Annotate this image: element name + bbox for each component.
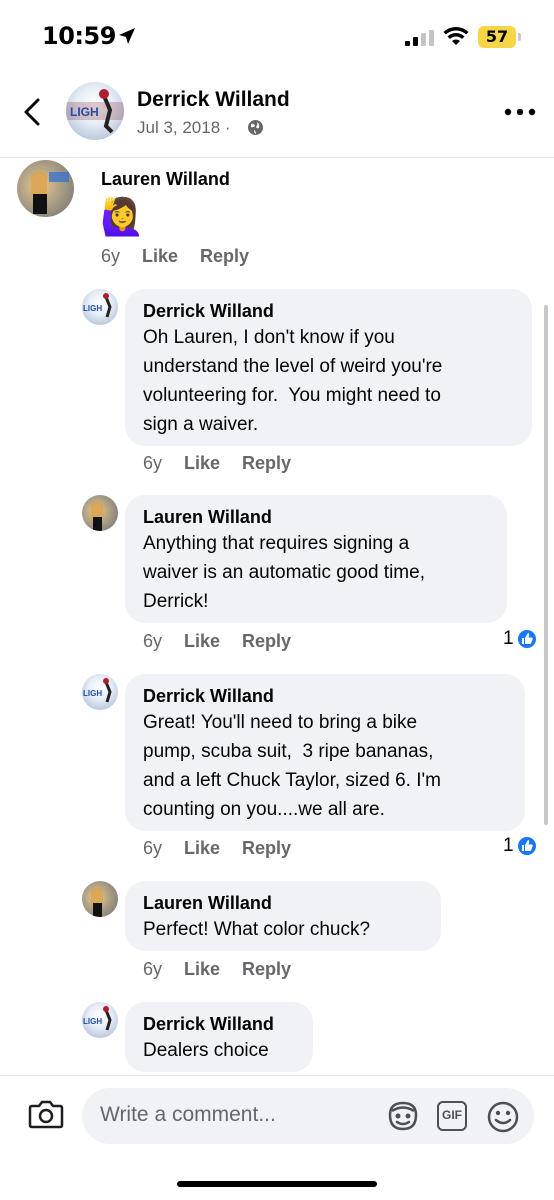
reply-button[interactable]: Reply: [242, 631, 291, 651]
commenter-avatar[interactable]: LIGH: [82, 674, 118, 710]
reply-button[interactable]: Reply: [200, 246, 249, 266]
comment-age: 6y: [143, 838, 163, 858]
battery-indicator: 57: [478, 26, 516, 48]
reply-button[interactable]: Reply: [242, 838, 291, 858]
commenter-avatar[interactable]: LIGH: [82, 289, 118, 325]
like-button[interactable]: Like: [184, 959, 220, 979]
reaction-count[interactable]: 1: [503, 628, 538, 650]
author-name[interactable]: Derrick Willand: [137, 88, 290, 112]
commenter-name[interactable]: Derrick Willand: [143, 684, 507, 708]
like-button[interactable]: Like: [142, 246, 178, 266]
like-icon: [515, 835, 538, 857]
svg-text:LIGH: LIGH: [83, 689, 102, 698]
comment-emoji: 🙋‍♀️: [100, 196, 145, 237]
comment-composer: Write a comment... GIF: [0, 1075, 554, 1200]
avatar-sticker-icon[interactable]: [386, 1100, 420, 1132]
commenter-avatar[interactable]: [82, 495, 118, 531]
post-date[interactable]: Jul 3, 2018 ·: [137, 118, 231, 138]
comment-text: Perfect! What color chuck?: [143, 919, 371, 940]
comment-bubble: Derrick Willand Dealers choice: [125, 1002, 313, 1072]
reaction-number: 1: [503, 835, 514, 856]
like-button[interactable]: Like: [184, 631, 220, 651]
commenter-name[interactable]: Derrick Willand: [143, 299, 514, 323]
reply-button[interactable]: Reply: [242, 959, 291, 979]
commenter-name[interactable]: Lauren Willand: [143, 891, 423, 915]
back-chevron-icon[interactable]: [18, 92, 48, 132]
commenter-avatar[interactable]: [82, 881, 118, 917]
like-icon: [515, 628, 538, 650]
comment-bubble: Lauren Willand Perfect! What color chuck…: [125, 881, 441, 951]
reaction-number: 1: [503, 628, 514, 649]
svg-text:LIGH: LIGH: [83, 1017, 102, 1026]
comment-text: Oh Lauren, I don't know if you understan…: [143, 327, 443, 435]
like-button[interactable]: Like: [184, 838, 220, 858]
like-button[interactable]: Like: [184, 453, 220, 473]
comment-age: 6y: [143, 959, 163, 979]
commenter-name[interactable]: Derrick Willand: [143, 1012, 295, 1036]
comment-text: Anything that requires signing a waiver …: [143, 533, 425, 612]
comment-actions: 6y Like Reply: [101, 246, 271, 267]
commenter-name[interactable]: Lauren Willand: [101, 167, 230, 191]
status-bar: 10:59 57: [0, 0, 554, 70]
reply-button[interactable]: Reply: [242, 453, 291, 473]
home-indicator[interactable]: [177, 1181, 377, 1187]
comment-actions: 6y Like Reply: [143, 838, 313, 859]
comment-input[interactable]: Write a comment... GIF: [82, 1088, 534, 1144]
gif-label: GIF: [442, 1108, 462, 1122]
reaction-count[interactable]: 1: [503, 835, 538, 857]
svg-text:LIGH: LIGH: [83, 304, 102, 313]
svg-text:LIGH: LIGH: [70, 105, 99, 119]
signal-icon: [405, 30, 434, 46]
scrollbar[interactable]: [544, 305, 548, 825]
camera-icon[interactable]: [28, 1098, 64, 1130]
author-avatar[interactable]: LIGH: [66, 82, 124, 140]
globe-icon: [248, 120, 263, 135]
comment-bubble: Derrick Willand Oh Lauren, I don't know …: [125, 289, 532, 446]
post-header: LIGH Derrick Willand Jul 3, 2018 ·: [0, 70, 554, 158]
commenter-avatar[interactable]: [17, 160, 74, 217]
comment-bubble: Derrick Willand Great! You'll need to br…: [125, 674, 525, 831]
more-icon[interactable]: [503, 106, 537, 118]
comment-text: Great! You'll need to bring a bike pump,…: [143, 712, 441, 820]
wifi-icon: [443, 26, 469, 45]
commenter-name[interactable]: Lauren Willand: [143, 505, 489, 529]
comment-bubble: Lauren Willand Anything that requires si…: [125, 495, 507, 623]
location-arrow-icon: [119, 28, 135, 44]
comment-age: 6y: [143, 631, 163, 651]
battery-tip: [518, 33, 521, 41]
emoji-icon[interactable]: [486, 1100, 520, 1134]
comment-age: 6y: [101, 246, 121, 266]
comment-placeholder: Write a comment...: [100, 1103, 276, 1126]
comment-age: 6y: [143, 453, 163, 473]
comment-actions: 6y Like Reply: [143, 453, 313, 474]
comment-actions: 6y Like Reply: [143, 959, 313, 980]
gif-icon[interactable]: GIF: [437, 1101, 467, 1131]
comment-actions: 6y Like Reply: [143, 631, 313, 652]
comment-text: Dealers choice: [143, 1040, 269, 1061]
commenter-avatar[interactable]: LIGH: [82, 1002, 118, 1038]
clock: 10:59: [42, 22, 116, 50]
